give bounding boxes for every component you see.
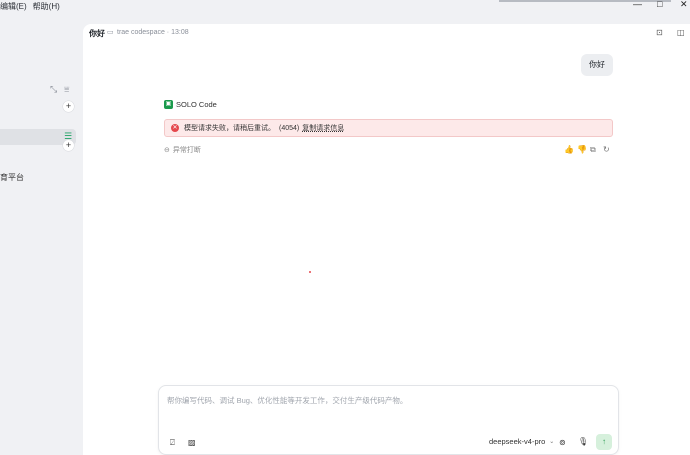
filter-icon[interactable]: ⩸ [64, 85, 69, 94]
close-button[interactable]: ✕ [680, 0, 688, 9]
chat-panel: 你好 ▭ trae codespace · 13:08 ⊡ ◫ 你好 ▣ SOL… [83, 24, 690, 455]
model-name: deepseek-v4-pro [489, 437, 546, 446]
agent-header: ▣ SOLO Code [164, 100, 217, 109]
error-text: 模型请求失败，请稍后重试。 [184, 125, 275, 132]
panel-toggle-icon[interactable]: ◫ [677, 28, 685, 37]
sidebar-item-label[interactable]: 育平台 [0, 172, 24, 183]
copy-request-info-link[interactable]: 复制请求信息 [302, 123, 344, 133]
copy-icon[interactable]: ⧉ [590, 145, 596, 155]
mention-icon[interactable]: ⍁ [170, 438, 175, 448]
retry-icon[interactable]: ↻ [603, 145, 610, 154]
maximize-button[interactable]: □ [657, 0, 662, 9]
menu-help[interactable]: 帮助(H) [33, 1, 60, 12]
agent-name: SOLO Code [176, 100, 217, 109]
cursor-dot [309, 271, 311, 273]
folder-icon: ▭ [107, 29, 114, 36]
chat-title: 你好 [89, 29, 105, 38]
tools-icon[interactable]: ⊚ [559, 438, 566, 447]
menu-edit[interactable]: 编辑(E) [0, 1, 27, 12]
minimize-button[interactable]: — [633, 0, 642, 9]
workspace-path: trae codespace · 13:08 [117, 28, 189, 36]
model-selector[interactable]: deepseek-v4-pro ⌄ [489, 437, 554, 446]
send-button[interactable]: ↑ [596, 434, 612, 450]
user-message: 你好 [581, 54, 613, 76]
microphone-icon[interactable]: 🎙 [578, 437, 588, 446]
error-message: ✕ 模型请求失败，请稍后重试。 (4054) 复制请求信息 [164, 119, 613, 137]
image-upload-icon[interactable]: ▨ [188, 438, 196, 447]
terminal-icon[interactable]: ⊡ [656, 28, 663, 37]
solo-code-icon: ▣ [164, 100, 173, 109]
chevron-down-icon: ⌄ [549, 439, 555, 445]
composer: 帮你编写代码、调试 Bug、优化性能等开发工作，交付生产级代码产物。 ⍁ ▨ d… [158, 385, 619, 455]
interrupted-status: ⊖ 异常打断 [164, 145, 201, 155]
window-drag-bar [499, 0, 671, 2]
error-code: (4054) [279, 124, 300, 132]
chat-header: 你好 ▭ trae codespace · 13:08 ⊡ ◫ [83, 24, 690, 42]
thumbs-up-icon[interactable]: 👍 [564, 145, 574, 154]
add-project-button[interactable]: + [63, 140, 74, 151]
interrupted-label: 异常打断 [172, 147, 201, 154]
collapse-icon[interactable]: ⤡ [50, 85, 57, 94]
error-icon: ✕ [171, 124, 179, 132]
sidebar: ⤡ ⩸ + ☰ + 育平台 [0, 12, 82, 455]
stop-icon: ⊖ [164, 147, 170, 154]
add-task-button[interactable]: + [63, 101, 74, 112]
thumbs-down-icon[interactable]: 👎 [577, 145, 587, 154]
message-input[interactable]: 帮你编写代码、调试 Bug、优化性能等开发工作，交付生产级代码产物。 [167, 395, 407, 406]
